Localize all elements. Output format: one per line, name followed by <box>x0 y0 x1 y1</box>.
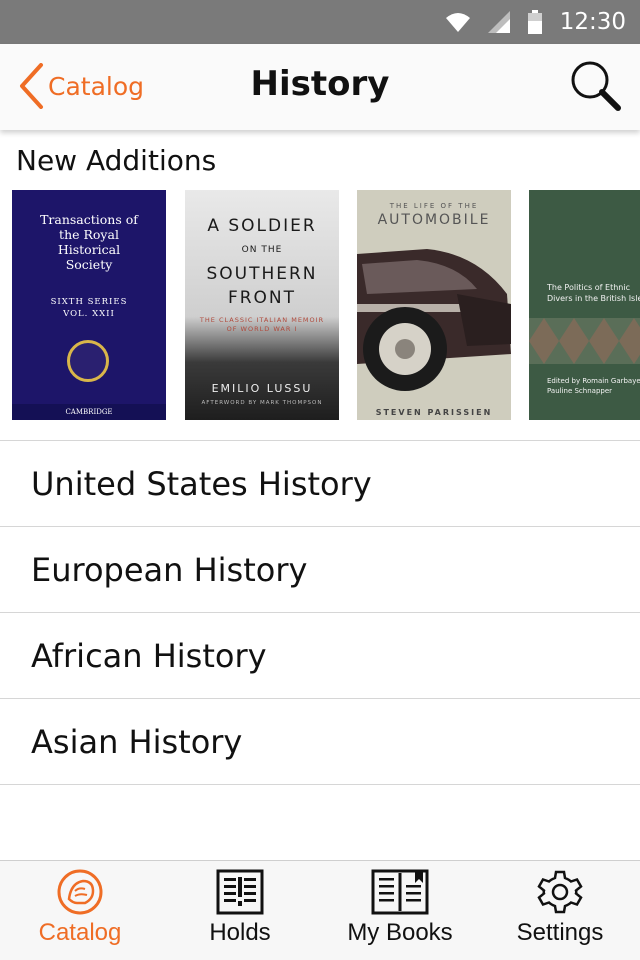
bottom-tab-bar: Catalog Holds My Books Settings <box>0 860 640 960</box>
book-title: The Politics of Ethnic Divers in the Bri… <box>547 283 640 303</box>
book-editors: Edited by Romain Garbaye and Pauline Sch… <box>547 377 640 395</box>
book-publisher: CAMBRIDGE <box>12 404 166 420</box>
book-series: SIXTH SERIES VOL. XXII <box>12 296 166 320</box>
book-cover[interactable]: Transactions of the Royal Historical Soc… <box>12 190 166 420</box>
book-cover[interactable]: THE LIFE OF THE AUTOMOBILE STEVEN PARISS… <box>357 190 511 420</box>
book-title: A SOLDIER ON THE SOUTHERN FRONT <box>185 214 339 310</box>
search-button[interactable] <box>568 58 624 114</box>
tab-label: Catalog <box>38 919 122 946</box>
signal-icon <box>487 11 510 33</box>
book-series-line: SIXTH SERIES <box>50 297 128 307</box>
back-label: Catalog <box>48 71 145 101</box>
tab-label: Settings <box>516 919 604 946</box>
book-title-line: SOUTHERN <box>206 264 318 284</box>
chevron-left-icon <box>20 63 43 109</box>
book-title-line: A SOLDIER <box>207 216 317 236</box>
search-icon <box>571 61 621 111</box>
back-button[interactable]: Catalog <box>18 56 144 116</box>
book-cover[interactable]: A SOLDIER ON THE SOUTHERN FRONT THE CLAS… <box>185 190 339 420</box>
holds-icon <box>216 869 264 915</box>
tab-label: Holds <box>209 919 271 946</box>
tab-label: My Books <box>347 919 453 946</box>
status-bar: 12:30 <box>0 0 640 44</box>
tab-holds[interactable]: Holds <box>160 861 320 960</box>
category-united-states-history[interactable]: United States History <box>0 441 640 527</box>
book-volume: VOL. XXII <box>63 309 115 319</box>
lion-logo-icon <box>57 869 103 915</box>
status-icons: 12:30 <box>445 0 626 44</box>
status-time: 12:30 <box>559 9 626 35</box>
society-seal-icon <box>67 340 109 382</box>
book-icon <box>371 869 429 915</box>
book-title-line: FRONT <box>227 288 297 308</box>
book-author: STEVEN PARISSIEN <box>375 408 493 417</box>
gear-icon <box>537 870 583 914</box>
category-list: United States History European History A… <box>0 440 640 785</box>
book-title-line: ON THE <box>241 245 283 255</box>
book-title: AUTOMOBILE <box>377 212 491 228</box>
book-cover[interactable]: The Politics of Ethnic Divers in the Bri… <box>529 190 640 420</box>
new-additions-carousel[interactable]: Transactions of the Royal Historical Soc… <box>0 190 640 422</box>
category-european-history[interactable]: European History <box>0 527 640 613</box>
book-subtitle: THE CLASSIC ITALIAN MEMOIR OF WORLD WAR … <box>199 316 325 333</box>
book-pretitle: THE LIFE OF THE <box>389 202 479 210</box>
new-additions-title: New Additions <box>16 144 217 177</box>
wifi-icon <box>445 13 470 32</box>
tab-catalog[interactable]: Catalog <box>0 861 160 960</box>
battery-icon <box>527 10 542 34</box>
category-african-history[interactable]: African History <box>0 613 640 699</box>
app-bar: Catalog History <box>0 44 640 130</box>
tab-my-books[interactable]: My Books <box>320 861 480 960</box>
car-illustration <box>357 249 511 391</box>
category-asian-history[interactable]: Asian History <box>0 699 640 785</box>
book-afterword: AFTERWORD BY MARK THOMPSON <box>201 400 323 406</box>
book-author: EMILIO LUSSU <box>211 382 313 395</box>
diamond-pattern <box>529 318 640 364</box>
book-title: Transactions of the Royal Historical Soc… <box>40 212 138 272</box>
tab-settings[interactable]: Settings <box>480 861 640 960</box>
